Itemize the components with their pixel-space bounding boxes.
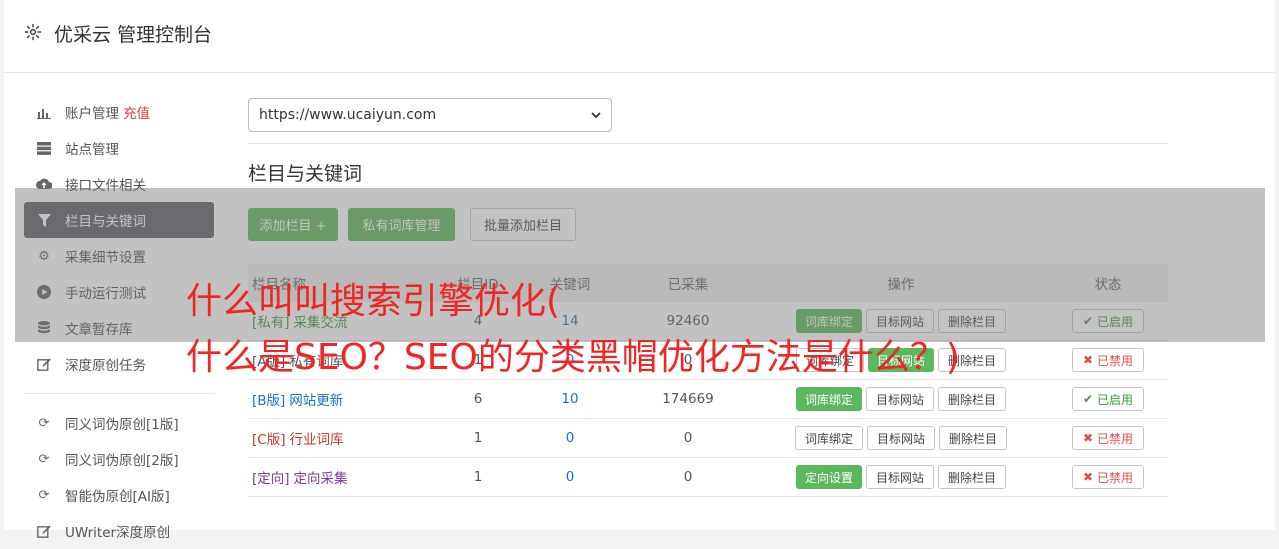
top-bar: 优采云 管理控制台 bbox=[4, 0, 1275, 73]
section-title: 栏目与关键词 bbox=[248, 163, 363, 185]
status-toggle[interactable]: ✖ 已禁用 bbox=[1072, 465, 1144, 489]
chevron-down-icon bbox=[591, 107, 601, 123]
divider bbox=[248, 143, 1168, 144]
target-site-button[interactable]: 目标网站 bbox=[866, 426, 935, 450]
target-site-button[interactable]: 目标网站 bbox=[865, 465, 934, 489]
row-name[interactable]: 定向采集 bbox=[294, 471, 348, 487]
row-tag: [定向] bbox=[252, 471, 290, 487]
sidebar-item-label: 同义词伪原创[1版] bbox=[65, 417, 179, 433]
overlay-title-line-2: 什么是SEO？SEO的分类黑帽优化方法是什么？) bbox=[186, 337, 960, 378]
table-row: [B版] 网站更新 6 10 174669 词库绑定 目标网站 删除栏目 ✔ 已启… bbox=[248, 380, 1168, 419]
sidebar-item-label: 账户管理 bbox=[65, 106, 119, 122]
close-icon: ✖ bbox=[1083, 470, 1094, 484]
recharge-link[interactable]: 充值 bbox=[123, 102, 150, 122]
delete-column-button[interactable]: 删除栏目 bbox=[938, 387, 1007, 411]
bind-lib-button[interactable]: 词库绑定 bbox=[795, 387, 862, 411]
row-tag: [B版] bbox=[252, 393, 286, 409]
status-toggle[interactable]: ✖ 已禁用 bbox=[1072, 348, 1144, 372]
sidebar-item-sites[interactable]: 站点管理 bbox=[24, 130, 214, 166]
close-icon: ✖ bbox=[1083, 431, 1094, 445]
app-title: 优采云 管理控制台 bbox=[54, 24, 213, 46]
edit-icon bbox=[36, 523, 52, 539]
refresh-icon: ⟳ bbox=[38, 487, 50, 503]
row-tag: [C版] bbox=[252, 432, 286, 448]
directed-settings-button[interactable]: 定向设置 bbox=[795, 465, 862, 489]
divider bbox=[24, 393, 214, 394]
delete-column-button[interactable]: 删除栏目 bbox=[939, 426, 1008, 450]
row-collected: 0 bbox=[683, 469, 693, 485]
delete-column-button[interactable]: 删除栏目 bbox=[938, 465, 1007, 489]
row-keywords[interactable]: 10 bbox=[518, 391, 622, 407]
site-select-value: https://www.ucaiyun.com bbox=[259, 107, 437, 123]
bind-lib-button[interactable]: 词库绑定 bbox=[794, 426, 863, 450]
refresh-icon: ⟳ bbox=[38, 415, 50, 431]
sidebar-item-ai-rewrite[interactable]: ⟳ 智能伪原创[AI版] bbox=[24, 477, 214, 513]
refresh-icon: ⟳ bbox=[38, 451, 50, 467]
target-site-button[interactable]: 目标网站 bbox=[865, 387, 934, 411]
sidebar-item-synonym-v1[interactable]: ⟳ 同义词伪原创[1版] bbox=[24, 405, 214, 441]
table-row: [定向] 定向采集 1 0 0 定向设置 目标网站 删除栏目 ✖ 已禁用 bbox=[248, 458, 1168, 497]
check-icon: ✔ bbox=[1083, 392, 1094, 406]
row-keywords[interactable]: 0 bbox=[518, 469, 622, 485]
row-id: 1 bbox=[473, 469, 483, 485]
edit-icon bbox=[36, 356, 52, 372]
sidebar-item-synonym-v2[interactable]: ⟳ 同义词伪原创[2版] bbox=[24, 441, 214, 477]
site-select[interactable]: https://www.ucaiyun.com bbox=[248, 98, 612, 132]
sidebar-item-label: 站点管理 bbox=[65, 142, 119, 158]
sidebar-item-uwriter[interactable]: UWriter深度原创 bbox=[24, 513, 214, 549]
bar-chart-icon bbox=[36, 104, 52, 120]
sidebar-item-label: 智能伪原创[AI版] bbox=[65, 489, 170, 505]
gear-icon bbox=[24, 23, 42, 45]
row-collected: 174669 bbox=[662, 391, 714, 407]
row-name[interactable]: 行业词库 bbox=[289, 432, 343, 448]
status-toggle[interactable]: ✔ 已启用 bbox=[1072, 387, 1144, 411]
close-icon: ✖ bbox=[1083, 353, 1094, 367]
row-name[interactable]: 网站更新 bbox=[289, 393, 343, 409]
sidebar-item-label: 深度原创任务 bbox=[65, 358, 146, 374]
row-id: 6 bbox=[473, 391, 483, 407]
row-collected: 0 bbox=[683, 430, 693, 446]
sidebar-item-account[interactable]: 账户管理 充值 bbox=[24, 94, 214, 130]
sidebar-item-label: UWriter深度原创 bbox=[65, 525, 171, 541]
table-row: [C版] 行业词库 1 0 0 词库绑定 目标网站 删除栏目 ✖ 已禁用 bbox=[248, 419, 1168, 458]
status-toggle[interactable]: ✖ 已禁用 bbox=[1072, 426, 1144, 450]
sidebar-item-label: 同义词伪原创[2版] bbox=[65, 453, 179, 469]
overlay-title-line-1: 什么叫叫搜索引擎优化( bbox=[186, 281, 561, 322]
row-keywords[interactable]: 0 bbox=[518, 430, 622, 446]
server-icon bbox=[36, 140, 52, 156]
row-id: 1 bbox=[473, 430, 483, 446]
